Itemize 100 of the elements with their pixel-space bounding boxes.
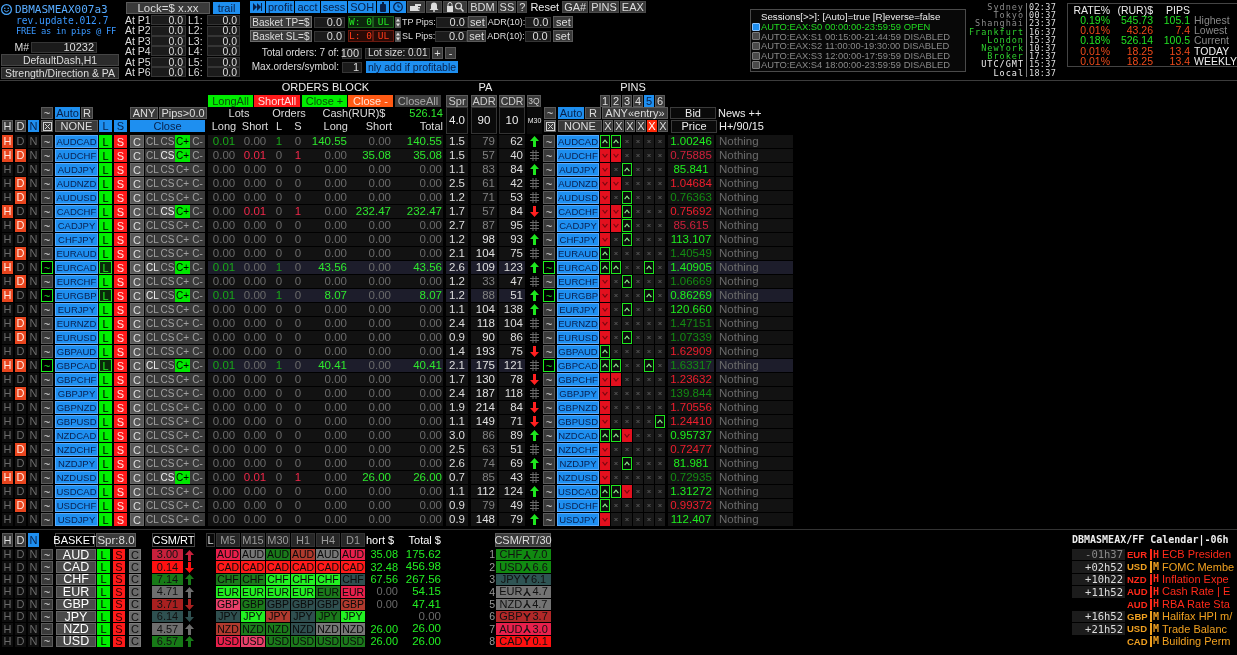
mode-button[interactable]: ~ bbox=[41, 586, 53, 598]
event-title[interactable]: RBA Rate Sta bbox=[1162, 598, 1230, 610]
mode-button[interactable]: ~ bbox=[41, 317, 53, 330]
mode-button[interactable]: ~ bbox=[41, 177, 53, 190]
flag-toggle[interactable]: H bbox=[2, 429, 13, 442]
symbol-button[interactable]: AUDCAD bbox=[557, 135, 599, 148]
flag-tab[interactable]: D bbox=[15, 533, 26, 547]
close-short-button[interactable]: CS bbox=[160, 191, 175, 204]
long-button[interactable]: L bbox=[99, 415, 112, 428]
flag-toggle[interactable]: H bbox=[2, 191, 13, 204]
short-button[interactable]: S bbox=[113, 623, 125, 635]
pips-field[interactable]: 0.0 bbox=[435, 16, 468, 28]
close-minus-button[interactable]: C- bbox=[190, 177, 205, 190]
c-button[interactable]: C bbox=[130, 219, 144, 232]
toolbar-button[interactable]: Reset bbox=[528, 1, 562, 13]
flag-toggle[interactable]: N bbox=[28, 331, 39, 344]
mode-button[interactable]: ~ bbox=[543, 331, 555, 344]
pips-filter-button[interactable]: Pips>0.0 bbox=[159, 107, 207, 119]
level-field[interactable]: 0.0 bbox=[207, 15, 240, 26]
level-field[interactable]: 0.0 bbox=[207, 67, 240, 78]
flag-toggle[interactable]: D bbox=[15, 359, 26, 372]
flag-toggle[interactable]: D bbox=[15, 345, 26, 358]
close-minus-button[interactable]: C- bbox=[190, 373, 205, 386]
flag-toggle[interactable]: H bbox=[2, 485, 13, 498]
symbol-button[interactable]: CADJPY bbox=[557, 219, 599, 232]
symbol-button[interactable]: AUDNZD bbox=[557, 177, 599, 190]
adr-field[interactable]: 0.0 bbox=[525, 16, 552, 28]
c-button[interactable]: C bbox=[129, 561, 141, 573]
level-field[interactable]: 0.0 bbox=[207, 46, 240, 57]
max-orders-field[interactable]: 1 bbox=[342, 61, 362, 73]
flag-toggle[interactable]: H bbox=[2, 457, 13, 470]
long-button[interactable]: L bbox=[99, 317, 112, 330]
mode-button[interactable]: ~ bbox=[543, 443, 555, 456]
level-field[interactable]: 0.0 bbox=[207, 56, 240, 67]
close-plus-button[interactable]: C+ bbox=[175, 415, 190, 428]
close-minus-button[interactable]: C- bbox=[190, 457, 205, 470]
close-short-button[interactable]: CS bbox=[160, 275, 175, 288]
mode-button[interactable]: ~ bbox=[41, 485, 53, 498]
c-button[interactable]: C bbox=[130, 387, 144, 400]
close-minus-button[interactable]: C- bbox=[190, 513, 205, 526]
mode-button[interactable]: ~ bbox=[41, 233, 53, 246]
symbol-button[interactable]: CADCHF bbox=[55, 205, 98, 218]
symbol-button[interactable]: USDJPY bbox=[55, 513, 98, 526]
mode-button[interactable]: ~ bbox=[543, 485, 555, 498]
long-button[interactable]: L bbox=[99, 233, 112, 246]
close-minus-button[interactable]: C- bbox=[190, 471, 205, 484]
toolbar-button[interactable]: BDM bbox=[468, 1, 497, 13]
flag-toggle[interactable]: D bbox=[15, 331, 26, 344]
c-button[interactable]: C bbox=[130, 275, 144, 288]
flag-toggle[interactable]: D bbox=[15, 485, 26, 498]
short-button[interactable]: S bbox=[114, 345, 127, 358]
close-short-button[interactable]: CS bbox=[160, 415, 175, 428]
flag-tab[interactable]: H bbox=[2, 533, 13, 547]
symbol-button[interactable]: AUDJPY bbox=[557, 163, 599, 176]
flag-toggle[interactable]: N bbox=[28, 598, 39, 610]
flag-toggle[interactable]: H bbox=[2, 275, 13, 288]
short-button[interactable]: S bbox=[114, 303, 127, 316]
flag-toggle[interactable]: H bbox=[2, 549, 13, 561]
mode-button[interactable]: ~ bbox=[543, 345, 555, 358]
short-button[interactable]: S bbox=[114, 401, 127, 414]
mode-button[interactable]: ~ bbox=[41, 191, 53, 204]
symbol-button[interactable]: CHFJPY bbox=[55, 233, 98, 246]
symbol-button[interactable]: CHFJPY bbox=[557, 233, 599, 246]
close-short-button[interactable]: CS bbox=[160, 471, 175, 484]
level-field[interactable]: 0.0 bbox=[151, 67, 186, 78]
flag-toggle[interactable]: D bbox=[15, 205, 26, 218]
mode-button[interactable]: ~ bbox=[41, 331, 53, 344]
close-plus-button[interactable]: C+ bbox=[175, 359, 190, 372]
flag-tab[interactable]: H bbox=[2, 120, 13, 132]
close-short-button[interactable]: CS bbox=[160, 177, 175, 190]
mode-button[interactable]: ~ bbox=[543, 289, 555, 302]
close-plus-button[interactable]: C+ bbox=[175, 513, 190, 526]
close-plus-button[interactable]: C+ bbox=[175, 499, 190, 512]
flag-toggle[interactable]: D bbox=[15, 598, 26, 610]
symbol-button[interactable]: AUDNZD bbox=[55, 177, 98, 190]
long-button[interactable]: L bbox=[99, 345, 112, 358]
c-button[interactable]: C bbox=[129, 549, 141, 561]
flag-toggle[interactable]: H bbox=[2, 331, 13, 344]
flag-toggle[interactable]: N bbox=[28, 586, 39, 598]
c-button[interactable]: C bbox=[130, 499, 144, 512]
toolbar-button[interactable]: PINS bbox=[589, 1, 619, 13]
c-button[interactable]: C bbox=[130, 429, 144, 442]
currency-button[interactable]: JPY bbox=[56, 610, 96, 623]
trail-button[interactable]: trail bbox=[213, 2, 240, 14]
basket-value-field[interactable]: 0.0 bbox=[314, 16, 345, 28]
mode-button[interactable]: ~ bbox=[543, 219, 555, 232]
mode-button[interactable]: ~ bbox=[543, 471, 555, 484]
level-field[interactable]: 0.0 bbox=[151, 15, 186, 26]
symbol-button[interactable]: GBPCAD bbox=[55, 359, 98, 372]
short-button[interactable]: S bbox=[113, 598, 125, 610]
close-plus-button[interactable]: C+ bbox=[175, 443, 190, 456]
event-title[interactable]: FOMC Membe bbox=[1162, 561, 1235, 573]
short-button[interactable]: S bbox=[113, 573, 125, 586]
short-button[interactable]: S bbox=[114, 443, 127, 456]
column-header[interactable]: CDR bbox=[499, 95, 525, 107]
symbol-button[interactable]: EURJPY bbox=[557, 303, 599, 316]
flag-toggle[interactable]: D bbox=[15, 163, 26, 176]
symbol-button[interactable]: USDJPY bbox=[557, 513, 599, 526]
short-button[interactable]: S bbox=[113, 586, 125, 598]
mode-button[interactable]: ~ bbox=[41, 610, 53, 623]
